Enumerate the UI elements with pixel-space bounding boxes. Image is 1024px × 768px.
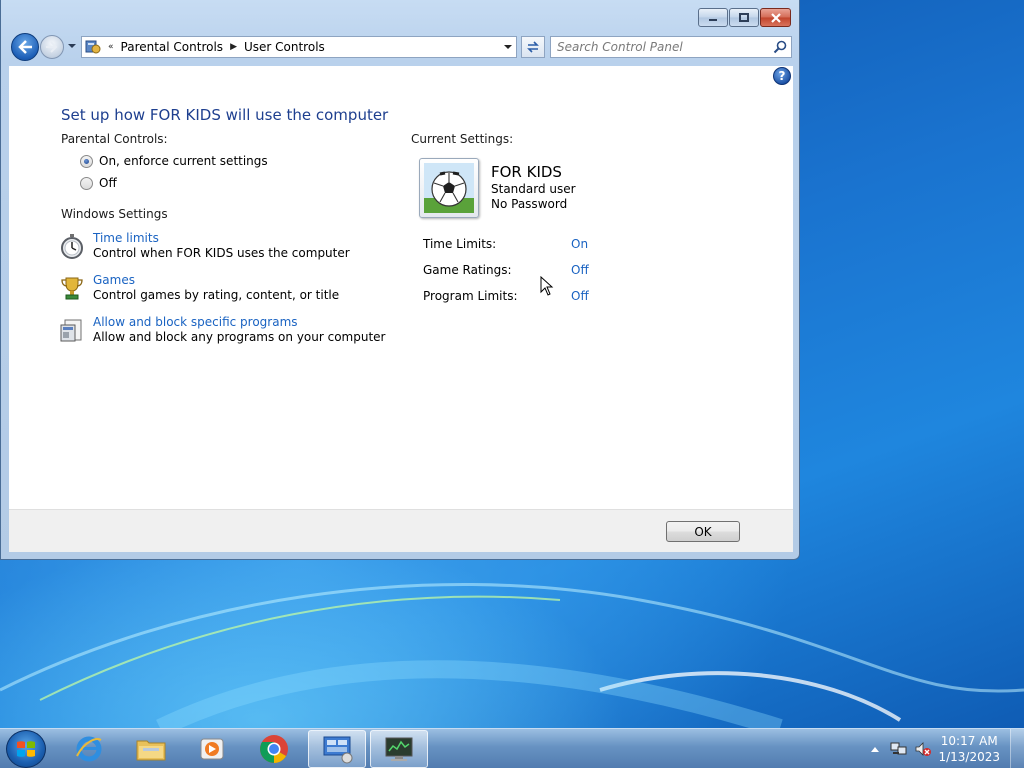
volume-muted-icon[interactable] (914, 741, 932, 757)
minimize-button[interactable] (698, 8, 728, 27)
show-desktop-button[interactable] (1010, 729, 1024, 768)
navigation-bar: « Parental Controls ▶ User Controls (9, 33, 793, 61)
control-panel-icon (85, 40, 101, 54)
back-button[interactable] (11, 33, 39, 61)
show-hidden-icons-icon[interactable] (870, 745, 880, 753)
radio-on-button[interactable] (80, 154, 93, 168)
page-title: Set up how FOR KIDS will use the compute… (61, 106, 389, 124)
user-password-status: No Password (491, 197, 568, 211)
taskbar-internet-explorer[interactable] (60, 730, 118, 768)
system-monitor-icon (385, 737, 413, 761)
address-dropdown[interactable] (500, 37, 516, 57)
program-limits-status-value: Off (571, 289, 589, 303)
setting-games: Games Control games by rating, content, … (59, 273, 339, 302)
search-icon[interactable] (773, 40, 787, 54)
restore-icon (739, 12, 749, 22)
breadcrumb-overflow[interactable]: « (108, 42, 114, 52)
taskbar-control-panel[interactable] (308, 730, 366, 768)
user-controls-window: « Parental Controls ▶ User Controls ? Se… (0, 0, 800, 560)
stopwatch-icon (61, 234, 83, 259)
taskbar-media-player[interactable] (183, 730, 241, 768)
forward-button[interactable] (40, 35, 64, 59)
time-limits-link[interactable]: Time limits (93, 231, 350, 245)
forward-arrow-icon (46, 41, 58, 53)
current-settings-label: Current Settings: (411, 132, 514, 146)
search-box[interactable] (550, 36, 792, 58)
recent-pages-button[interactable] (67, 40, 77, 52)
program-limits-status-label: Program Limits: (423, 289, 518, 303)
internet-explorer-icon (76, 736, 102, 762)
windows-settings-label: Windows Settings (61, 207, 168, 221)
ok-button[interactable]: OK (666, 521, 740, 542)
taskbar-system-monitor[interactable] (370, 730, 428, 768)
clock-date: 1/13/2023 (938, 750, 1000, 764)
taskbar-file-explorer[interactable] (122, 730, 180, 768)
chevron-down-icon (68, 44, 76, 48)
address-bar[interactable]: « Parental Controls ▶ User Controls (81, 36, 517, 58)
programs-link[interactable]: Allow and block specific programs (93, 315, 386, 329)
network-icon[interactable] (890, 741, 908, 757)
minimize-icon (709, 18, 717, 21)
maximize-button[interactable] (729, 8, 759, 27)
search-input[interactable] (551, 37, 761, 57)
radio-off-button[interactable] (80, 176, 93, 190)
time-limits-description: Control when FOR KIDS uses the computer (93, 246, 350, 260)
mouse-cursor-icon (540, 276, 554, 296)
radio-on-label[interactable]: On, enforce current settings (99, 154, 268, 168)
programs-icon (60, 319, 82, 342)
games-description: Control games by rating, content, or tit… (93, 288, 340, 302)
taskbar-chrome[interactable] (245, 730, 303, 768)
programs-description: Allow and block any programs on your com… (93, 330, 386, 344)
chevron-down-icon (504, 45, 512, 49)
time-limits-status-value: On (571, 237, 589, 251)
taskbar: 10:17 AM 1/13/2023 (0, 728, 1024, 768)
control-panel-icon (323, 736, 353, 764)
radio-off-label[interactable]: Off (99, 176, 117, 190)
clock-time: 10:17 AM (940, 734, 998, 748)
file-explorer-icon (136, 740, 166, 761)
time-limits-status-label: Time Limits: (423, 237, 497, 251)
help-icon[interactable]: ? (773, 67, 791, 85)
taskbar-clock[interactable]: 10:17 AM 1/13/2023 (938, 733, 1000, 765)
refresh-button[interactable] (521, 36, 545, 58)
trophy-icon (61, 277, 83, 300)
parental-controls-label: Parental Controls: (61, 132, 168, 146)
games-link[interactable]: Games (93, 273, 339, 287)
start-button[interactable] (6, 730, 46, 768)
user-avatar (419, 158, 479, 218)
windows-logo-icon (17, 741, 35, 757)
content-pane: ? Set up how FOR KIDS will use the compu… (9, 66, 793, 509)
setting-time-limits: Time limits Control when FOR KIDS uses t… (59, 231, 350, 260)
media-player-icon (200, 738, 224, 760)
breadcrumb-parental-controls[interactable]: Parental Controls (121, 40, 224, 54)
close-icon (770, 12, 781, 23)
back-arrow-icon (18, 40, 32, 54)
soccer-ball-icon (424, 163, 474, 213)
breadcrumb-separator[interactable]: ▶ (230, 42, 237, 52)
radio-on[interactable]: On, enforce current settings (80, 154, 268, 168)
close-button[interactable] (760, 8, 791, 27)
chrome-icon (260, 735, 288, 763)
breadcrumb-user-controls[interactable]: User Controls (244, 40, 325, 54)
user-name: FOR KIDS (491, 163, 562, 181)
setting-programs: Allow and block specific programs Allow … (59, 315, 386, 344)
game-ratings-status-value: Off (571, 263, 589, 277)
radio-off[interactable]: Off (80, 176, 117, 190)
refresh-icon (527, 41, 539, 53)
user-account-type: Standard user (491, 182, 576, 196)
window-caption-buttons (698, 8, 791, 27)
dialog-footer: OK (9, 509, 793, 552)
game-ratings-status-label: Game Ratings: (423, 263, 512, 277)
